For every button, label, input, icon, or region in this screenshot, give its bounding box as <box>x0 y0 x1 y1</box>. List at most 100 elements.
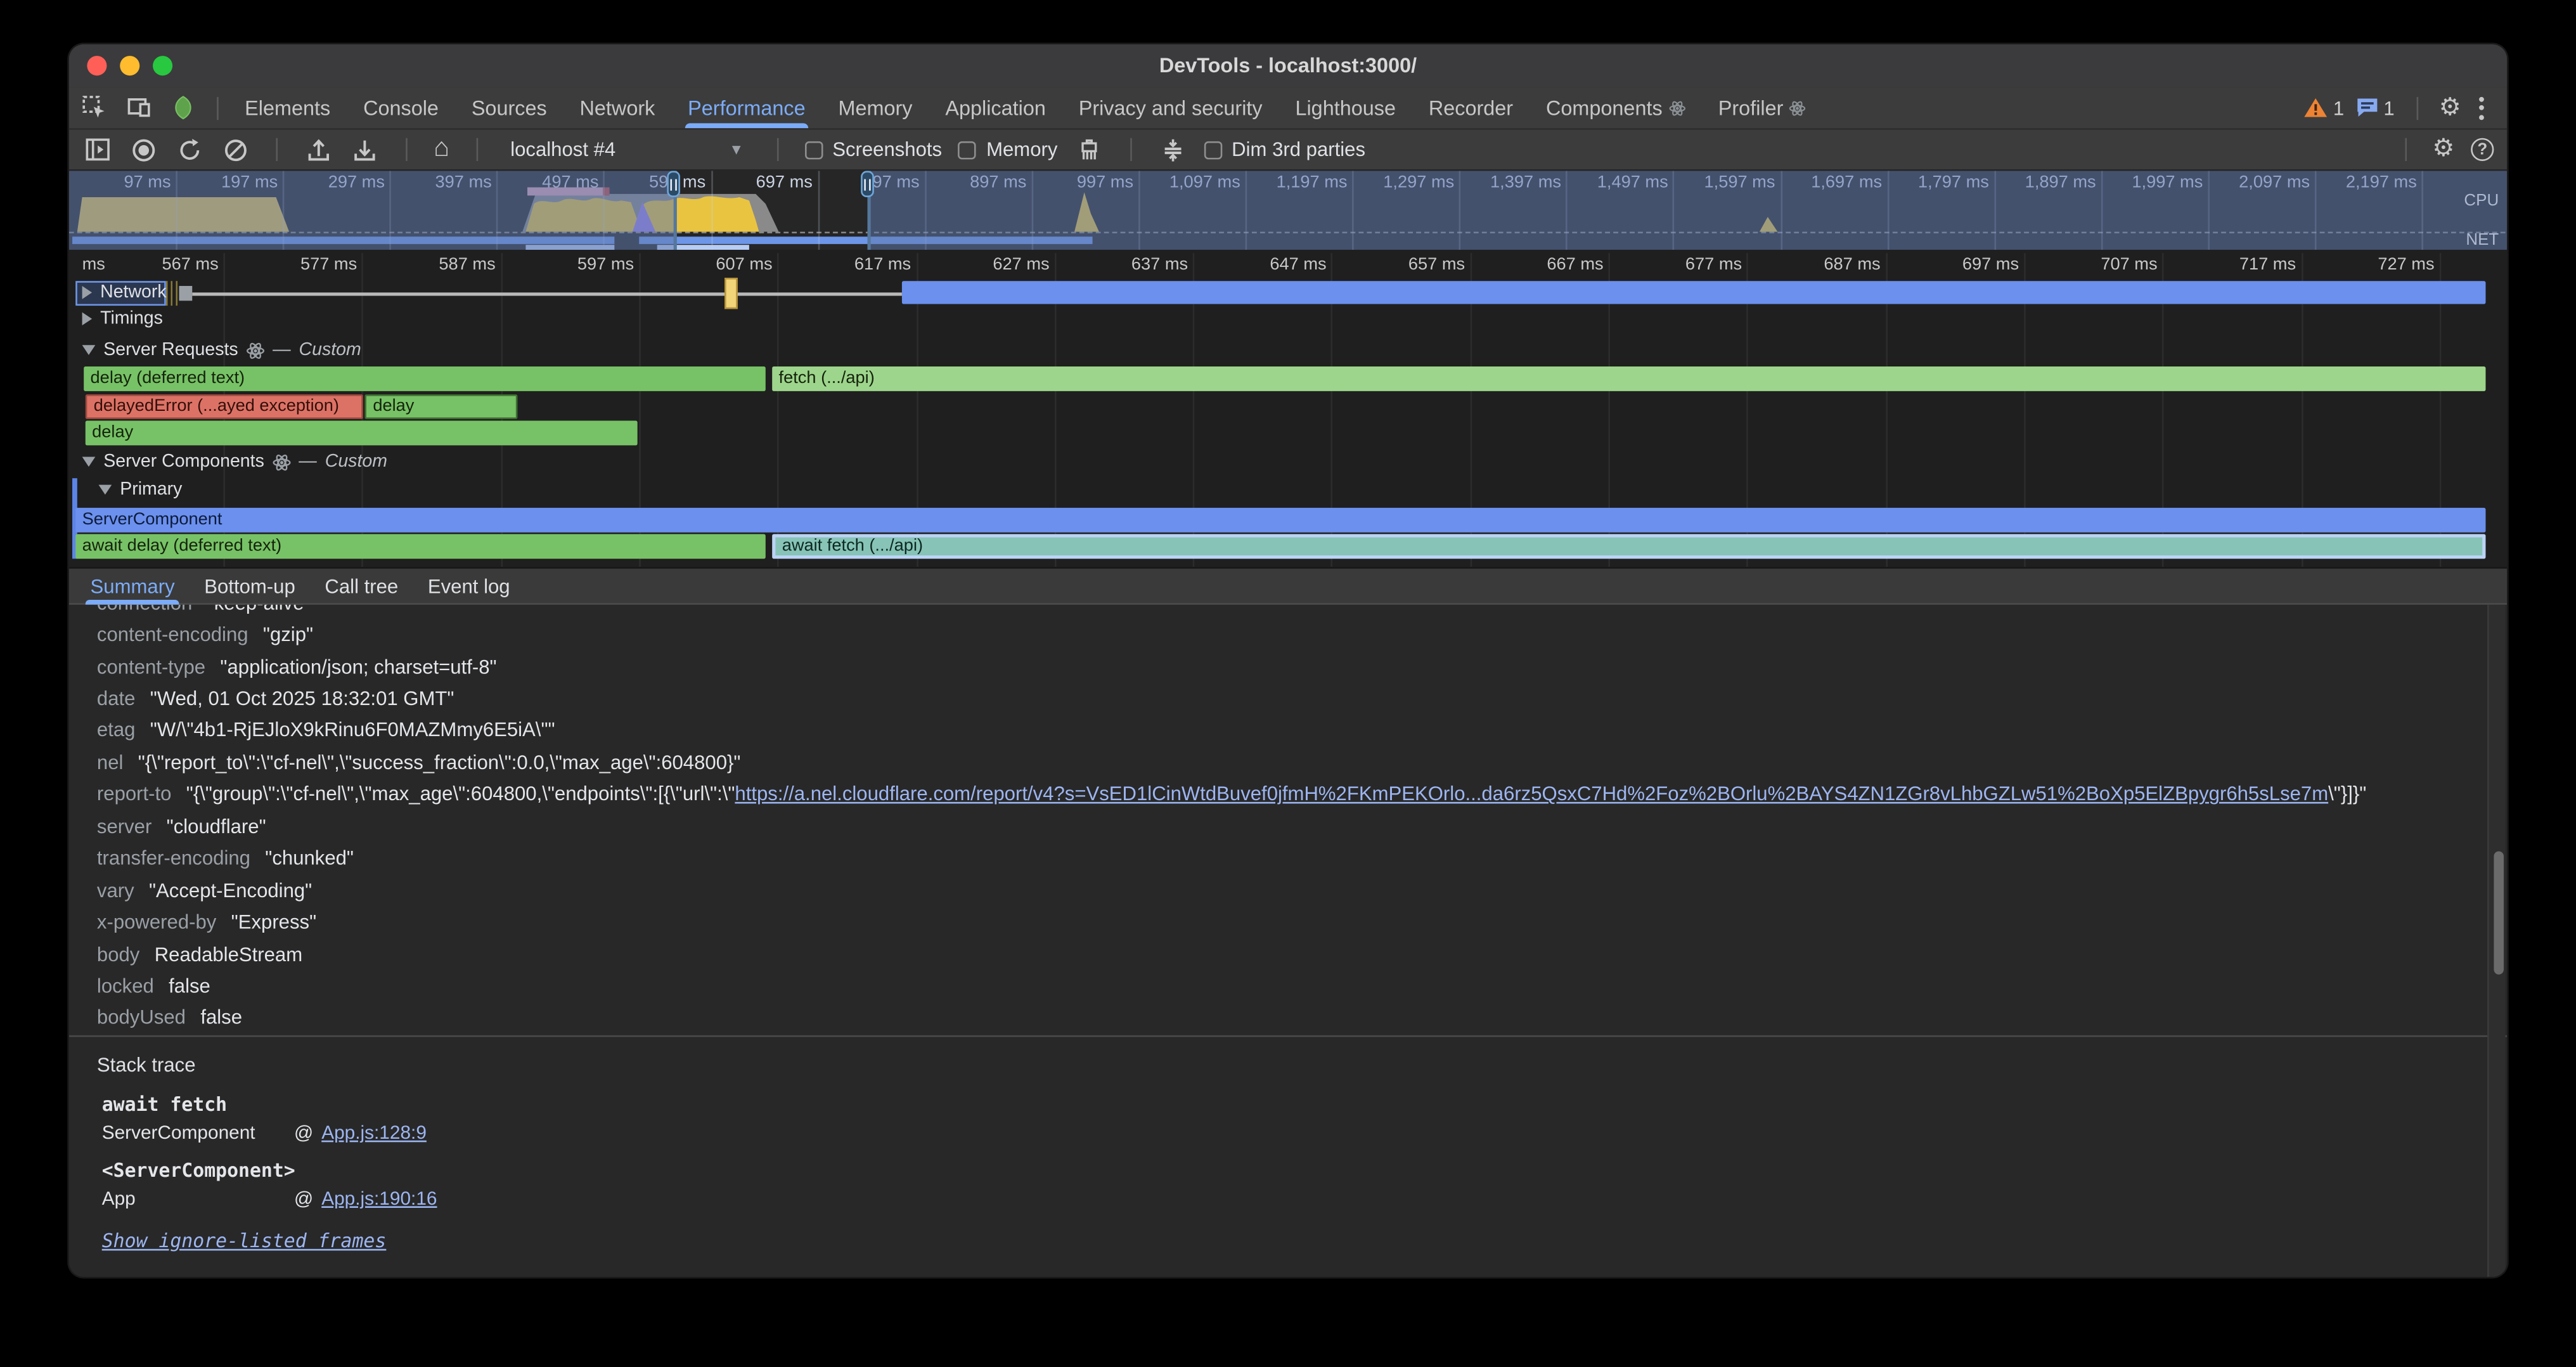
chevron-right-icon[interactable] <box>82 286 93 299</box>
flame-bar[interactable]: ServerComponent <box>75 508 2485 533</box>
header-row: x-powered-by"Express" <box>69 906 2507 938</box>
header-key: nel <box>97 751 124 774</box>
profile-select[interactable]: localhost #4 ▼ <box>504 134 750 165</box>
header-row: bodyReadableStream <box>69 938 2507 969</box>
issues-badge[interactable]: 1 <box>2355 96 2394 119</box>
dim-3rd-parties-checkbox[interactable]: Dim 3rd parties <box>1204 138 1365 161</box>
tab-application[interactable]: Application <box>929 87 1062 128</box>
maximize-window-icon[interactable] <box>153 56 172 75</box>
source-location-link[interactable]: App.js:190:16 <box>321 1189 437 1209</box>
memory-checkbox[interactable]: Memory <box>958 138 1057 161</box>
chevron-down-icon[interactable] <box>99 485 112 495</box>
selection-left-handle[interactable] <box>667 171 680 197</box>
header-key: vary <box>97 879 134 902</box>
tab-lighthouse[interactable]: Lighthouse <box>1279 87 1412 128</box>
header-key: content-encoding <box>97 623 248 646</box>
track-server-components[interactable]: Server Components — Custom <box>82 452 387 472</box>
close-window-icon[interactable] <box>87 56 106 75</box>
separator <box>406 138 408 161</box>
show-ignore-listed-frames-link[interactable]: Show ignore-listed frames <box>102 1229 387 1252</box>
flame-bar[interactable]: await fetch (.../api) <box>772 534 2485 559</box>
header-row: date"Wed, 01 Oct 2025 18:32:01 GMT" <box>69 682 2507 714</box>
flame-bar[interactable]: delay (deferred text) <box>84 366 766 391</box>
reload-record-icon[interactable] <box>174 135 204 165</box>
header-row: content-encoding"gzip" <box>69 619 2507 651</box>
tab-console[interactable]: Console <box>347 87 455 128</box>
flame-bar[interactable]: delayedError (...ayed exception) <box>86 394 363 419</box>
track-timings[interactable]: Timings <box>82 309 163 328</box>
summary-scrollbar[interactable] <box>2487 605 2506 1277</box>
warnings-badge[interactable]: 1 <box>2303 96 2344 119</box>
header-row: nel"{\"report_to\":\"cf-nel\",\"success_… <box>69 746 2507 778</box>
flame-bar[interactable]: fetch (.../api) <box>772 366 2485 391</box>
minimize-window-icon[interactable] <box>120 56 139 75</box>
clear-icon[interactable] <box>220 135 250 165</box>
timeline-overview[interactable]: 97 ms197 ms297 ms397 ms497 ms597 ms697 m… <box>69 171 2507 250</box>
tab-elements[interactable]: Elements <box>228 87 347 128</box>
ruler-unit-label: ms <box>82 255 105 275</box>
scrollbar-thumb[interactable] <box>2493 852 2503 975</box>
selection-right-handle[interactable] <box>861 171 874 197</box>
stack-frame-heading: await fetch <box>102 1093 2507 1116</box>
warning-icon <box>2303 97 2328 119</box>
tab-memory[interactable]: Memory <box>822 87 929 128</box>
record-icon[interactable] <box>128 135 158 165</box>
stack-frame: ServerComponent@App.js:128:9 <box>102 1124 2507 1144</box>
collapse-tracks-icon[interactable] <box>1158 135 1188 165</box>
header-key: bodyUsed <box>97 1006 186 1029</box>
report-url-link[interactable]: https://a.nel.cloudflare.com/report/v4?s… <box>735 783 2328 806</box>
header-value: "application/json; charset=utf-8" <box>220 655 496 678</box>
track-server-requests[interactable]: Server Requests — Custom <box>82 340 361 360</box>
capture-settings-gear-icon[interactable]: ⚙ <box>2432 138 2454 161</box>
tab-components[interactable]: Components <box>1530 87 1702 128</box>
stack-trace-title: Stack trace <box>97 1053 2507 1076</box>
tab-sources[interactable]: Sources <box>455 87 564 128</box>
device-toolbar-icon[interactable] <box>123 93 153 122</box>
flame-bar[interactable]: await delay (deferred text) <box>75 534 766 559</box>
network-marker[interactable] <box>724 278 738 309</box>
tab-performance[interactable]: Performance <box>671 87 821 128</box>
checkbox-box[interactable] <box>804 141 823 159</box>
flame-bar[interactable]: delay <box>86 421 638 446</box>
tab-event-log[interactable]: Event log <box>413 567 525 604</box>
help-icon[interactable]: ? <box>2471 138 2494 161</box>
flame-bar[interactable] <box>902 281 2486 304</box>
details-tabbar: SummaryBottom-upCall treeEvent log <box>69 567 2507 605</box>
checkbox-box[interactable] <box>958 141 977 159</box>
toggle-sidebar-icon[interactable] <box>82 135 112 165</box>
track-primary[interactable]: Primary <box>99 480 183 500</box>
chevron-right-icon[interactable] <box>82 312 93 325</box>
flame-chart[interactable]: 567 ms577 ms587 ms597 ms607 ms617 ms627 … <box>69 250 2507 567</box>
net-lane-label: NET <box>2466 231 2499 250</box>
save-profile-icon[interactable] <box>350 135 380 165</box>
settings-gear-icon[interactable]: ⚙ <box>2439 96 2461 119</box>
tab-recorder[interactable]: Recorder <box>1412 87 1530 128</box>
garbage-collect-icon[interactable] <box>1074 135 1104 165</box>
tab-bottom-up[interactable]: Bottom-up <box>190 567 310 604</box>
chevron-down-icon[interactable] <box>82 457 96 467</box>
tab-network[interactable]: Network <box>564 87 672 128</box>
more-options-icon[interactable] <box>2473 93 2491 122</box>
header-value: false <box>169 975 210 997</box>
panel-tabs: ElementsConsoleSourcesNetworkPerformance… <box>228 87 1822 128</box>
checkbox-box[interactable] <box>1204 141 1222 159</box>
inspect-element-icon[interactable] <box>79 93 108 122</box>
load-profile-icon[interactable] <box>304 135 333 165</box>
header-key: report-to <box>97 783 172 806</box>
stack-frame: App@App.js:190:16 <box>102 1189 2507 1209</box>
track-network[interactable]: Network <box>82 283 167 302</box>
extension-gem-icon[interactable] <box>167 93 197 122</box>
tab-profiler[interactable]: Profiler <box>1702 87 1823 128</box>
source-location-link[interactable]: App.js:128:9 <box>321 1124 427 1144</box>
flame-bar[interactable]: delay <box>364 394 517 419</box>
tab-privacy-and-security[interactable]: Privacy and security <box>1062 87 1279 128</box>
chevron-down-icon[interactable] <box>82 345 96 355</box>
tab-call-tree[interactable]: Call tree <box>310 567 413 604</box>
live-metrics-home-icon[interactable]: ⌂ <box>434 138 449 161</box>
header-key: x-powered-by <box>97 910 216 933</box>
devtools-tabbar: ElementsConsoleSourcesNetworkPerformance… <box>69 87 2507 129</box>
screenshots-checkbox[interactable]: Screenshots <box>804 138 942 161</box>
cpu-lane-label: CPU <box>2464 192 2499 211</box>
tab-summary[interactable]: Summary <box>75 567 190 604</box>
performance-toolbar: ⌂ localhost #4 ▼ Screenshots Memory Dim … <box>69 130 2507 171</box>
